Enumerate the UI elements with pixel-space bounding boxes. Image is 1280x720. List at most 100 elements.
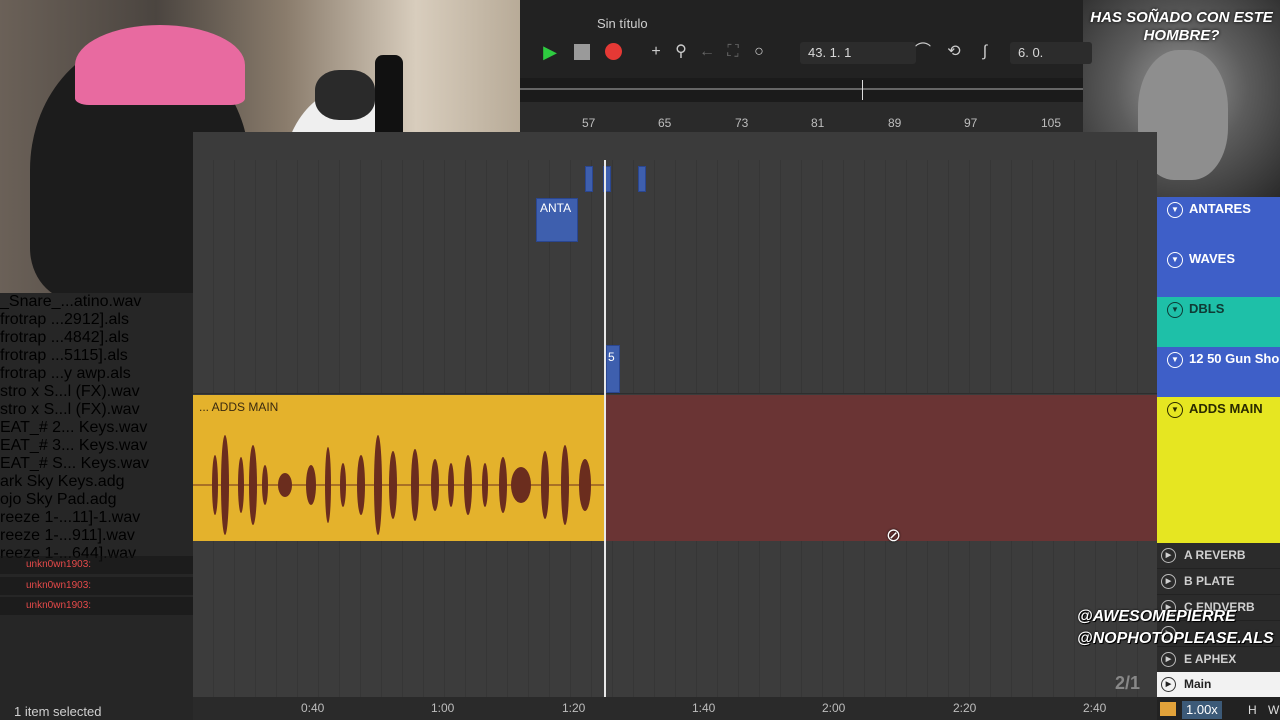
follow-icon[interactable]: ⌒ — [913, 42, 933, 62]
bar-ruler[interactable]: 57 65 73 81 89 97 105 — [520, 102, 1083, 132]
time-label: 2:20 — [953, 701, 977, 715]
track-lane[interactable] — [193, 343, 1157, 394]
play-icon[interactable]: ▶ — [1161, 548, 1176, 564]
project-title: Sin título — [597, 16, 648, 31]
time-ruler[interactable]: 0:40 1:00 1:20 1:40 2:00 2:20 2:40 — [193, 697, 1157, 720]
loop-icon[interactable]: ⟲ — [944, 42, 964, 62]
chat-user: unkn0wn1903: — [26, 600, 92, 611]
browser-item[interactable]: stro x S...l (FX).wav — [0, 383, 193, 401]
return-b-plate[interactable]: ▶ B PLATE — [1157, 569, 1280, 595]
fold-icon[interactable]: ▼ — [1167, 351, 1183, 368]
status-bar-text: 1 item selected — [14, 704, 102, 719]
return-name: B PLATE — [1184, 574, 1235, 588]
position-display[interactable]: 43. 1. 1 — [800, 42, 916, 64]
zoom-display[interactable]: 1.00x — [1182, 701, 1222, 719]
clip-adds-main-empty[interactable] — [605, 395, 1157, 541]
time-label: 0:40 — [301, 701, 325, 715]
track-name: Main — [1184, 677, 1212, 691]
clip-label: ANTA — [540, 201, 572, 215]
main-lane[interactable] — [193, 645, 1157, 697]
browser-item[interactable]: ark Sky Keys.adg — [0, 473, 193, 491]
return-a-reverb[interactable]: ▶ A REVERB — [1157, 543, 1280, 569]
arrangement-view[interactable]: ANTA 5 ... ADDS MAIN — [193, 132, 1157, 697]
transport-bar — [520, 0, 1083, 78]
return-lane[interactable] — [193, 541, 1157, 568]
return-e-aphex[interactable]: ▶ E APHEX — [1157, 647, 1280, 673]
stop-button[interactable] — [572, 42, 592, 62]
track-name: 12 50 Gun Sho — [1189, 351, 1280, 366]
waveform — [193, 435, 605, 535]
browser-item[interactable]: EAT_# 3... Keys.wav — [0, 437, 193, 455]
browser-item[interactable]: stro x S...l (FX).wav — [0, 401, 193, 419]
time-label: 1:40 — [692, 701, 716, 715]
return-lane[interactable] — [193, 593, 1157, 620]
back-icon[interactable]: ← — [697, 42, 717, 62]
record-button[interactable] — [603, 42, 623, 62]
chat-user: unkn0wn1903: — [26, 580, 92, 591]
headphones-icon — [315, 70, 375, 120]
clip-small[interactable] — [585, 166, 593, 192]
time-label: 1:00 — [431, 701, 455, 715]
w-toggle[interactable]: W — [1268, 703, 1279, 717]
return-lane[interactable] — [193, 619, 1157, 646]
return-lane[interactable] — [193, 567, 1157, 594]
play-icon[interactable]: ▶ — [1161, 574, 1176, 590]
track-name: ANTARES — [1189, 201, 1251, 216]
bar-73: 73 — [735, 116, 749, 130]
clip-antares[interactable]: ANTA — [536, 198, 578, 242]
link-icon[interactable]: ⚲ — [671, 42, 691, 62]
track-header-gun-shot[interactable]: ▼ 12 50 Gun Sho — [1157, 347, 1280, 397]
browser-item[interactable]: reeze 1-...911].wav — [0, 527, 193, 545]
clip-gun-shot[interactable]: 5 — [606, 345, 620, 393]
track-header-antares[interactable]: ▼ ANTARES — [1157, 197, 1280, 247]
time-label: 2:00 — [822, 701, 846, 715]
clip-adds-main[interactable]: ... ADDS MAIN — [193, 395, 605, 541]
playhead[interactable] — [604, 160, 606, 697]
browser-item[interactable]: _Snare_...atino.wav — [0, 293, 193, 311]
track-name: DBLS — [1189, 301, 1225, 316]
automation-icon[interactable]: ∫ — [975, 42, 995, 62]
track-header-adds-main[interactable]: ▼ ADDS MAIN — [1157, 397, 1280, 543]
browser-item[interactable]: frotrap ...2912].als — [0, 311, 193, 329]
clip-label: 5 — [608, 350, 615, 364]
play-icon[interactable]: ▶ — [1161, 652, 1176, 668]
fold-icon[interactable]: ▼ — [1167, 201, 1183, 218]
browser-item[interactable]: EAT_# 2... Keys.wav — [0, 419, 193, 437]
bar-65: 65 — [658, 116, 672, 130]
loop-circle-icon[interactable]: ○ — [749, 42, 769, 62]
bar-105: 105 — [1041, 116, 1062, 130]
add-icon[interactable]: + — [646, 42, 666, 62]
track-lane[interactable] — [193, 293, 1157, 344]
main-track[interactable]: ▶ Main — [1157, 672, 1280, 698]
browser-item[interactable]: EAT_# S... Keys.wav — [0, 455, 193, 473]
social-handle-2: @NOPHOTOPLEASE.ALS — [1077, 630, 1274, 647]
browser-item[interactable]: frotrap ...4842].als — [0, 329, 193, 347]
track-name: ADDS MAIN — [1189, 401, 1263, 416]
fold-icon[interactable]: ▼ — [1167, 251, 1183, 268]
browser-item[interactable]: frotrap ...y awp.als — [0, 365, 193, 383]
bar-89: 89 — [888, 116, 902, 130]
browser-item[interactable]: frotrap ...5115].als — [0, 347, 193, 365]
track-header-dbls[interactable]: ▼ DBLS — [1157, 297, 1280, 347]
track-header-waves[interactable]: ▼ WAVES — [1157, 247, 1280, 297]
song-overview[interactable] — [520, 78, 1083, 102]
browser-item[interactable]: ojo Sky Pad.adg — [0, 491, 193, 509]
track-lane[interactable] — [193, 193, 1157, 244]
time-label: 2:40 — [1083, 701, 1107, 715]
cursor-icon: ⊘ — [886, 525, 902, 545]
play-icon[interactable]: ▶ — [1161, 677, 1176, 693]
play-button[interactable]: ▶ — [540, 42, 560, 62]
fold-icon[interactable]: ▼ — [1167, 401, 1183, 418]
track-lane[interactable] — [193, 243, 1157, 294]
clip-small[interactable] — [638, 166, 646, 192]
fold-icon[interactable]: ▼ — [1167, 301, 1183, 318]
browser-item[interactable]: reeze 1-...11]-1.wav — [0, 509, 193, 527]
meter-icon — [1160, 702, 1176, 716]
loop-length-display[interactable]: 6. 0. — [1010, 42, 1092, 64]
pink-cap-icon — [75, 25, 245, 105]
browser-list: _Snare_...atino.wav frotrap ...2912].als… — [0, 293, 193, 720]
time-label: 1:20 — [562, 701, 586, 715]
h-toggle[interactable]: H — [1248, 703, 1257, 717]
punch-icon[interactable]: ⛶ — [723, 42, 743, 62]
bar-81: 81 — [811, 116, 825, 130]
